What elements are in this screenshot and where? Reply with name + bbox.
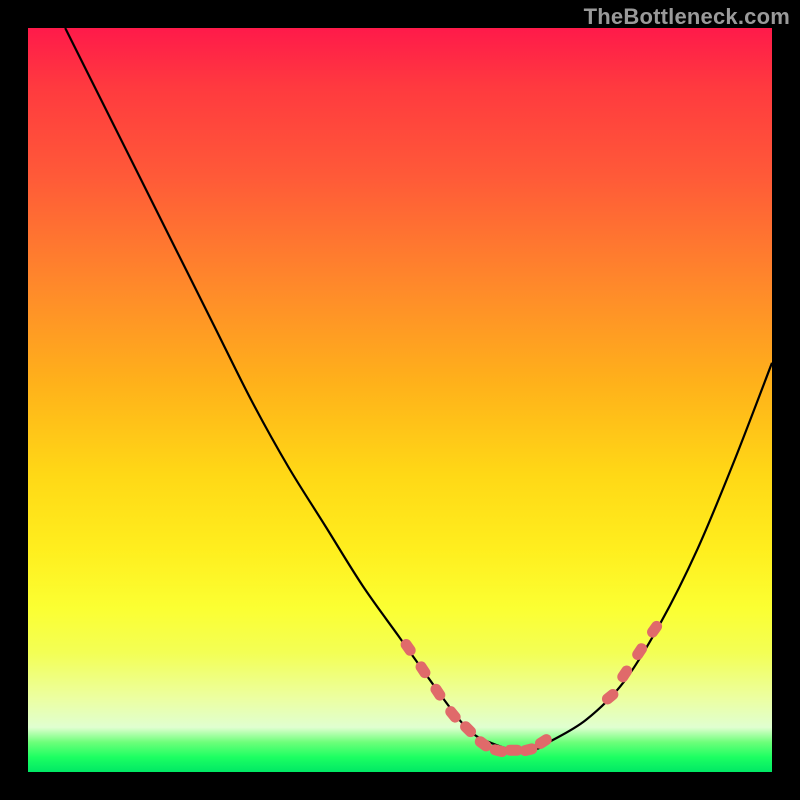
highlight-marker — [615, 663, 634, 684]
chart-frame: TheBottleneck.com — [0, 0, 800, 800]
bottleneck-curve-path — [65, 28, 772, 751]
chart-svg — [28, 28, 772, 772]
plot-area — [28, 28, 772, 772]
highlight-markers-group — [398, 619, 664, 758]
highlight-marker — [630, 641, 649, 662]
watermark-text: TheBottleneck.com — [584, 4, 790, 30]
